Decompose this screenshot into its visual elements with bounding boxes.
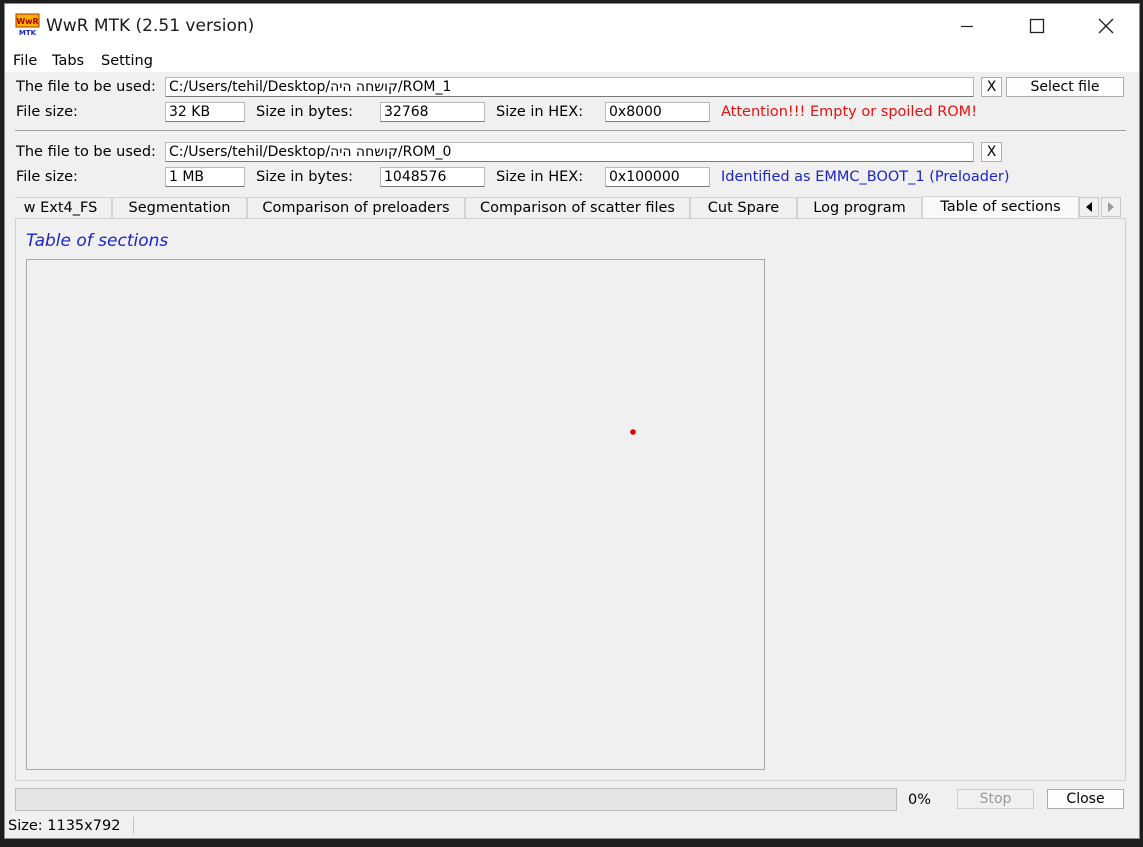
- menu-bar: File Tabs Setting: [5, 48, 1139, 72]
- tab-panel: Table of sections: [15, 218, 1126, 781]
- select-file-button[interactable]: Select file: [1006, 77, 1124, 97]
- file1-bytes-label: Size in bytes:: [256, 104, 354, 120]
- file1-bytes-field[interactable]: 32768: [380, 102, 485, 122]
- tab-comparison-of-preloaders[interactable]: Comparison of preloaders: [247, 197, 465, 218]
- file1-hex-field[interactable]: 0x8000: [605, 102, 710, 122]
- maximize-button[interactable]: [1002, 4, 1072, 48]
- panel-title: Table of sections: [26, 231, 169, 251]
- tab-scroll-right-button[interactable]: [1101, 197, 1121, 217]
- file2-clear-button[interactable]: X: [981, 142, 1002, 162]
- app-logo-text-bottom: MTK: [19, 29, 37, 37]
- stop-button[interactable]: Stop: [957, 789, 1034, 809]
- minimize-button[interactable]: [932, 4, 1002, 48]
- status-bar: Size: 1135x792: [5, 814, 1139, 838]
- menu-tabs[interactable]: Tabs: [52, 53, 84, 69]
- tab-comparison-of-scatter-files[interactable]: Comparison of scatter files: [465, 197, 690, 218]
- file2-label: The file to be used:: [16, 144, 156, 160]
- tab-ext4-fs[interactable]: w Ext4_FS: [15, 197, 112, 218]
- file2-bytes-label: Size in bytes:: [256, 169, 354, 185]
- title-bar[interactable]: WwR MTK WwR MTK (2.51 version): [5, 4, 1139, 48]
- tab-strip: w Ext4_FS Segmentation Comparison of pre…: [15, 196, 1079, 218]
- progress-label: 0%: [908, 792, 932, 808]
- file1-size-field[interactable]: 32 KB: [165, 102, 245, 122]
- app-logo-icon: WwR MTK: [15, 13, 40, 37]
- close-icon: [1098, 18, 1114, 34]
- window-title: WwR MTK (2.51 version): [46, 16, 255, 36]
- tab-scroll-left-button[interactable]: [1079, 197, 1099, 217]
- file1-label: The file to be used:: [16, 79, 156, 95]
- maximize-icon: [1029, 18, 1045, 34]
- file2-status-message: Identified as EMMC_BOOT_1 (Preloader): [721, 169, 1010, 185]
- tab-log-program[interactable]: Log program: [797, 197, 922, 218]
- progress-bar: [15, 788, 897, 811]
- menu-setting[interactable]: Setting: [101, 53, 153, 69]
- file1-clear-button[interactable]: X: [981, 77, 1002, 97]
- section-divider: [15, 130, 1126, 131]
- file2-hex-field[interactable]: 0x100000: [605, 167, 710, 187]
- arrow-left-icon: [1086, 202, 1092, 212]
- close-button[interactable]: Close: [1047, 789, 1124, 809]
- sections-list[interactable]: [26, 259, 765, 770]
- menu-file[interactable]: File: [13, 53, 37, 69]
- app-logo-text-top: WwR: [16, 17, 38, 26]
- file2-bytes-field[interactable]: 1048576: [380, 167, 485, 187]
- red-dot-marker: [630, 429, 636, 435]
- file2-size-label: File size:: [16, 169, 78, 185]
- file2-size-field[interactable]: 1 MB: [165, 167, 245, 187]
- arrow-right-icon: [1108, 202, 1114, 212]
- tab-segmentation[interactable]: Segmentation: [112, 197, 247, 218]
- file1-status-message: Attention!!! Empty or spoiled ROM!: [721, 104, 978, 120]
- minimize-icon: [961, 25, 973, 28]
- tab-table-of-sections[interactable]: Table of sections: [922, 196, 1079, 218]
- file1-path-field[interactable]: C:/Users/tehil/Desktop/קושחה היה/ROM_1: [165, 77, 974, 97]
- close-window-button[interactable]: [1071, 4, 1139, 48]
- status-separator: [133, 817, 134, 834]
- file2-hex-label: Size in HEX:: [496, 169, 584, 185]
- file1-size-label: File size:: [16, 104, 78, 120]
- app-window: WwR MTK WwR MTK (2.51 version) File Tabs…: [4, 3, 1140, 839]
- status-size-text: Size: 1135x792: [8, 818, 121, 834]
- file2-path-field[interactable]: C:/Users/tehil/Desktop/קושחה היה/ROM_0: [165, 142, 974, 162]
- file1-hex-label: Size in HEX:: [496, 104, 584, 120]
- tab-cut-spare[interactable]: Cut Spare: [690, 197, 797, 218]
